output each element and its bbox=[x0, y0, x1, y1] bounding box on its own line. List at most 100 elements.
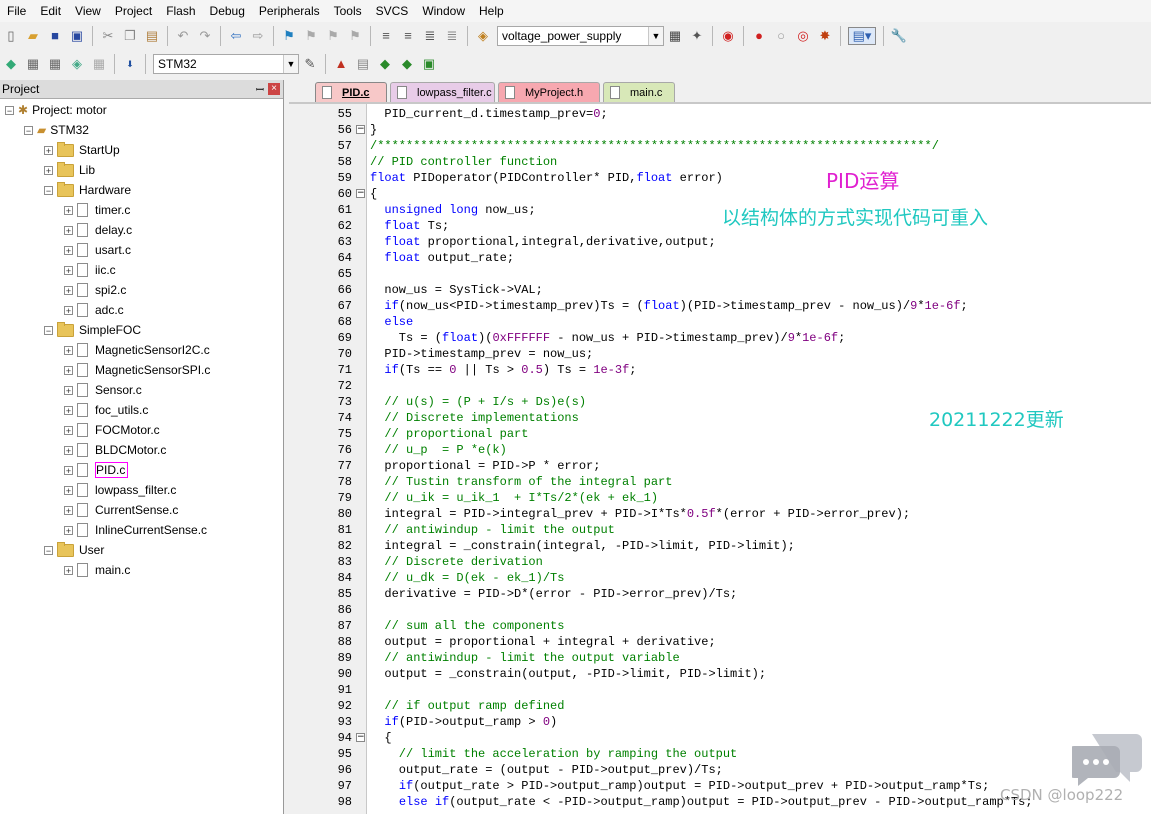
fold-icon[interactable]: − bbox=[356, 189, 365, 198]
collapse-icon[interactable]: − bbox=[24, 125, 33, 135]
tab-main-c[interactable]: main.c bbox=[603, 82, 675, 102]
menu-file[interactable]: File bbox=[0, 4, 33, 18]
bookmark-next-icon[interactable]: ⚑ bbox=[325, 28, 341, 44]
tree-file[interactable]: + main.c bbox=[64, 560, 130, 580]
select-software-packs-icon[interactable]: ▣ bbox=[421, 56, 437, 72]
breakpoint-disable-icon[interactable]: ○ bbox=[773, 28, 789, 44]
new-file-icon[interactable]: ▯ bbox=[3, 28, 19, 44]
menu-window[interactable]: Window bbox=[415, 4, 472, 18]
comment-icon[interactable]: ≣ bbox=[422, 28, 438, 44]
expand-icon[interactable]: + bbox=[64, 485, 73, 495]
breakpoint-clear-icon[interactable]: ◎ bbox=[795, 28, 811, 44]
expand-icon[interactable]: + bbox=[64, 525, 73, 535]
copy-icon[interactable]: ❐ bbox=[122, 28, 138, 44]
breakpoint-kill-icon[interactable]: ✸ bbox=[817, 28, 833, 44]
expand-icon[interactable]: + bbox=[64, 265, 73, 275]
expand-icon[interactable]: + bbox=[64, 385, 73, 395]
tree-folder[interactable]: − Hardware bbox=[44, 180, 131, 200]
menu-tools[interactable]: Tools bbox=[327, 4, 369, 18]
menu-help[interactable]: Help bbox=[472, 4, 511, 18]
rebuild-icon[interactable]: ▦ bbox=[47, 56, 63, 72]
bookmark-clear-icon[interactable]: ⚑ bbox=[347, 28, 363, 44]
window-layout-icon[interactable]: ▤▾ bbox=[848, 26, 876, 45]
find-icon[interactable]: ▦ bbox=[667, 28, 683, 44]
collapse-icon[interactable]: − bbox=[44, 545, 53, 555]
expand-icon[interactable]: + bbox=[64, 445, 73, 455]
redo-icon[interactable]: ↷ bbox=[197, 28, 213, 44]
uncomment-icon[interactable]: ≣ bbox=[444, 28, 460, 44]
menu-project[interactable]: Project bbox=[108, 4, 159, 18]
expand-icon[interactable]: + bbox=[64, 245, 73, 255]
menu-peripherals[interactable]: Peripherals bbox=[252, 4, 327, 18]
file-extensions-icon[interactable]: ▤ bbox=[355, 56, 371, 72]
tree-file[interactable]: + PID.c bbox=[64, 460, 129, 480]
menu-debug[interactable]: Debug bbox=[203, 4, 252, 18]
tree-file[interactable]: + foc_utils.c bbox=[64, 400, 148, 420]
bookmark-prev-icon[interactable]: ⚑ bbox=[303, 28, 319, 44]
cut-icon[interactable]: ✂ bbox=[100, 28, 116, 44]
menu-edit[interactable]: Edit bbox=[33, 4, 68, 18]
tree-folder[interactable]: + StartUp bbox=[44, 140, 120, 160]
tab-myproject-h[interactable]: MyProject.h bbox=[498, 82, 600, 102]
translate-icon[interactable]: ◆ bbox=[3, 56, 19, 72]
tab-pid-c[interactable]: PID.c bbox=[315, 82, 387, 102]
tree-target[interactable]: − ▰ STM32 bbox=[24, 120, 89, 140]
undo-icon[interactable]: ↶ bbox=[175, 28, 191, 44]
collapse-icon[interactable]: − bbox=[5, 105, 14, 115]
tree-file[interactable]: + adc.c bbox=[64, 300, 124, 320]
tree-file[interactable]: + iic.c bbox=[64, 260, 116, 280]
manage-components-icon[interactable]: ▲ bbox=[333, 56, 349, 72]
tree-file[interactable]: + BLDCMotor.c bbox=[64, 440, 166, 460]
breakpoint-icon[interactable]: ● bbox=[751, 28, 767, 44]
tree-file[interactable]: + delay.c bbox=[64, 220, 132, 240]
unindent-icon[interactable]: ≡ bbox=[400, 28, 416, 44]
expand-icon[interactable]: + bbox=[64, 205, 73, 215]
menu-view[interactable]: View bbox=[68, 4, 108, 18]
build-icon[interactable]: ▦ bbox=[25, 56, 41, 72]
expand-icon[interactable]: + bbox=[64, 465, 73, 475]
tree-file[interactable]: + CurrentSense.c bbox=[64, 500, 178, 520]
tree-file[interactable]: + FOCMotor.c bbox=[64, 420, 160, 440]
tree-file[interactable]: + MagneticSensorSPI.c bbox=[64, 360, 210, 380]
indent-icon[interactable]: ≡ bbox=[378, 28, 394, 44]
expand-icon[interactable]: + bbox=[64, 365, 73, 375]
tree-file[interactable]: + lowpass_filter.c bbox=[64, 480, 176, 500]
nav-back-icon[interactable]: ⇦ bbox=[228, 28, 244, 44]
expand-icon[interactable]: + bbox=[64, 285, 73, 295]
incremental-find-icon[interactable]: ✦ bbox=[689, 28, 705, 44]
expand-icon[interactable]: + bbox=[64, 565, 73, 575]
tree-file[interactable]: + spi2.c bbox=[64, 280, 126, 300]
download-icon[interactable]: ⬇ bbox=[122, 56, 138, 72]
tree-file[interactable]: + usart.c bbox=[64, 240, 131, 260]
tab-lowpass-filter-c[interactable]: lowpass_filter.c bbox=[390, 82, 495, 102]
expand-icon[interactable]: + bbox=[44, 165, 53, 175]
close-icon[interactable]: × bbox=[268, 83, 280, 95]
pin-icon[interactable]: ꟷ bbox=[252, 82, 268, 96]
bookmark-icon[interactable]: ⚑ bbox=[281, 28, 297, 44]
menu-svcs[interactable]: SVCS bbox=[369, 4, 416, 18]
find-in-files-icon[interactable]: ◈ bbox=[475, 28, 491, 44]
code-editor[interactable]: 55 PID_current_d.timestamp_prev=0; 56−} 57… bbox=[289, 104, 1151, 814]
tree-file[interactable]: + Sensor.c bbox=[64, 380, 142, 400]
batch-build-icon[interactable]: ◈ bbox=[69, 56, 85, 72]
chevron-down-icon[interactable]: ▼ bbox=[283, 54, 298, 73]
tree-folder[interactable]: − User bbox=[44, 540, 104, 560]
tree-folder[interactable]: − SimpleFOC bbox=[44, 320, 141, 340]
target-options-icon[interactable]: ✎ bbox=[302, 56, 318, 72]
tree-folder[interactable]: + Lib bbox=[44, 160, 95, 180]
fold-icon[interactable]: − bbox=[356, 733, 365, 742]
expand-icon[interactable]: + bbox=[64, 345, 73, 355]
stop-build-icon[interactable]: ▦ bbox=[91, 56, 107, 72]
collapse-icon[interactable]: − bbox=[44, 325, 53, 335]
fold-icon[interactable]: − bbox=[356, 125, 365, 134]
find-combo[interactable]: voltage_power_supply ▼ bbox=[497, 25, 664, 46]
save-icon[interactable]: ■ bbox=[47, 28, 63, 44]
paste-icon[interactable]: ▤ bbox=[144, 28, 160, 44]
expand-icon[interactable]: + bbox=[44, 145, 53, 155]
manage-run-time-icon[interactable]: ◆ bbox=[377, 56, 393, 72]
tree-file[interactable]: + MagneticSensorI2C.c bbox=[64, 340, 210, 360]
target-select[interactable]: STM32 ▼ bbox=[153, 53, 299, 74]
save-all-icon[interactable]: ▣ bbox=[69, 28, 85, 44]
configure-icon[interactable]: 🔧 bbox=[891, 28, 907, 44]
chevron-down-icon[interactable]: ▼ bbox=[648, 26, 663, 45]
